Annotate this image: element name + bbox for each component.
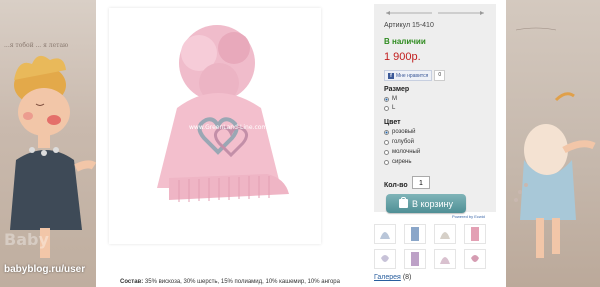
svg-text:Baby: Baby	[4, 230, 49, 249]
product-photo[interactable]: www.GreenLand-Line.com	[109, 8, 321, 244]
size-label: L	[392, 105, 396, 111]
composition-label: Состав:	[120, 279, 144, 285]
color-option-lilac[interactable]: сирень	[384, 159, 411, 165]
photo-nav	[386, 11, 484, 15]
pink-hat-image: www.GreenLand-Line.com	[157, 25, 289, 202]
background-watermark: babyblog.ru/user	[4, 264, 86, 275]
facebook-icon: f	[388, 72, 394, 79]
flying-girl-illustration	[514, 27, 596, 258]
radio-selected[interactable]	[384, 96, 389, 102]
product-page: www.GreenLand-Line.com Состав: 35% виско…	[96, 0, 506, 287]
like-label: Мне нравится	[396, 72, 429, 79]
radio[interactable]	[384, 149, 389, 155]
color-option-pink[interactable]: розовый	[384, 129, 415, 135]
thumbnail[interactable]	[434, 249, 456, 269]
size-option-m[interactable]: M	[384, 96, 397, 102]
thumbnail[interactable]	[404, 224, 426, 244]
like-button[interactable]: f Мне нравится	[384, 70, 433, 81]
radio[interactable]	[384, 105, 389, 111]
price: 1 900р.	[384, 51, 421, 63]
radio[interactable]	[384, 159, 389, 165]
quantity-label: Кол-во	[384, 182, 408, 189]
add-to-cart-button[interactable]: В корзину	[386, 194, 466, 213]
thumbnail[interactable]	[434, 224, 456, 244]
color-option-milky[interactable]: молочный	[384, 149, 420, 155]
radio[interactable]	[384, 139, 389, 145]
like-count: 0	[434, 70, 446, 81]
gallery-count: (8)	[402, 274, 412, 281]
thumbnail[interactable]	[464, 224, 486, 244]
size-option-l[interactable]: L	[384, 105, 395, 111]
thumbnail[interactable]	[374, 224, 396, 244]
stock-status: В наличии	[384, 37, 426, 46]
color-label: голубой	[392, 139, 414, 145]
color-option-blue[interactable]: голубой	[384, 139, 414, 145]
quantity-input[interactable]: 1	[412, 176, 430, 189]
gallery-link[interactable]: Галерея	[374, 274, 401, 281]
size-label: M	[392, 96, 397, 102]
background-painting-right	[506, 0, 600, 287]
color-label: молочный	[392, 149, 421, 155]
arrow-left-icon[interactable]	[386, 11, 432, 15]
background-painting-left: ...я тобой ... я летаю Baby	[0, 0, 96, 287]
photo-watermark: www.GreenLand-Line.com	[189, 124, 267, 131]
details-panel: Артикул 15-410 В наличии 1 900р. f Мне н…	[374, 4, 496, 213]
color-label: сирень	[392, 159, 412, 165]
powered-by-link[interactable]: Powered by Ecwid	[452, 214, 485, 219]
facebook-like: f Мне нравится 0	[384, 70, 446, 81]
girl-illustration: ...я тобой ... я летаю Baby	[4, 42, 96, 258]
radio-selected[interactable]	[384, 129, 389, 135]
cart-label: В корзину	[411, 198, 454, 209]
thumbnail[interactable]	[464, 249, 486, 269]
arrow-right-icon[interactable]	[438, 11, 484, 15]
thumbnail-grid	[374, 224, 494, 269]
gallery-link-row: Галерея (8)	[374, 274, 411, 281]
thumbnail[interactable]	[374, 249, 396, 269]
composition-value: 35% вискоза, 30% шерсть, 15% полиамид, 1…	[144, 279, 340, 285]
color-label: розовый	[392, 129, 416, 135]
thumbnail[interactable]	[404, 249, 426, 269]
cart-icon	[398, 197, 408, 208]
article-number: Артикул 15-410	[384, 22, 434, 29]
handwriting-text: ...я тобой ... я летаю	[4, 42, 68, 49]
composition-text: Состав: 35% вискоза, 30% шерсть, 15% пол…	[120, 279, 340, 285]
size-title: Размер	[384, 86, 410, 93]
color-title: Цвет	[384, 119, 401, 126]
